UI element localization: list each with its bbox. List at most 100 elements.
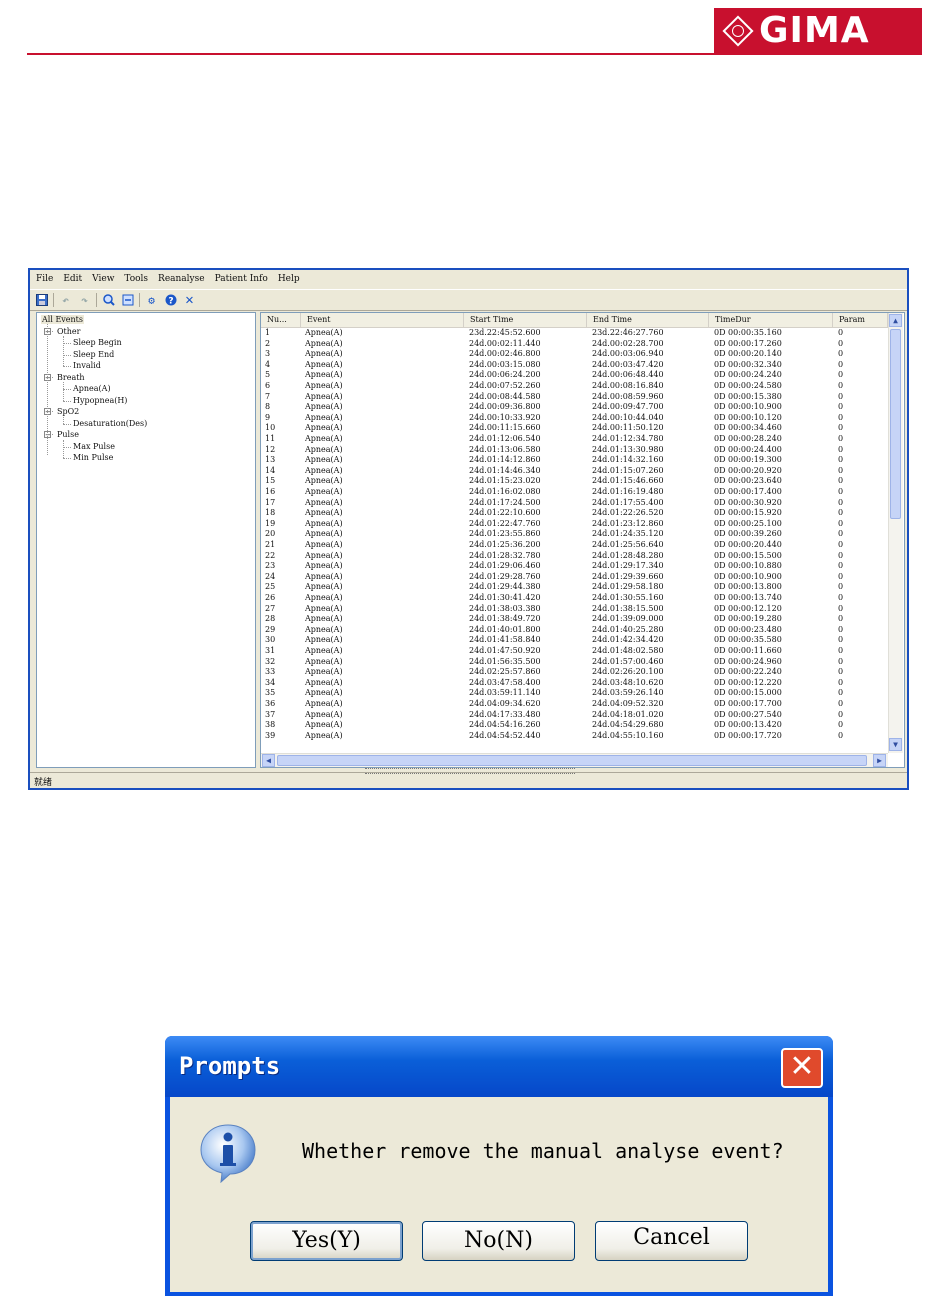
yes-button[interactable]: Yes(Y) [250,1221,403,1261]
tree-group-other[interactable]: Other [57,327,80,336]
save-icon[interactable] [34,293,49,307]
table-row[interactable]: 37 Apnea(A) 24d.04:17:33.480 24d.04:18:01.0… [261,710,888,721]
table-row[interactable]: 33 Apnea(A) 24d.02:25:57.860 24d.02:26:20.1… [261,667,888,678]
table-row[interactable]: 39 Apnea(A) 24d.04:54:52.440 24d.04:55:10.1… [261,731,888,742]
menu-item-view[interactable]: View [92,274,114,284]
table-row[interactable]: 21 Apnea(A) 24d.01:25:36.200 24d.01:25:56.6… [261,540,888,551]
table-row[interactable]: 19 Apnea(A) 24d.01:22:47.760 24d.01:23:12.8… [261,519,888,530]
tree-item-apnea-a-[interactable]: Apnea(A) [73,384,111,393]
tree-connector [63,458,71,459]
table-cell: Apnea(A) [305,497,343,507]
table-row[interactable]: 29 Apnea(A) 24d.01:40:01.800 24d.01:40:25.2… [261,625,888,636]
table-row[interactable]: 8 Apnea(A) 24d.00:09:36.800 24d.00:09:47.70… [261,402,888,413]
table-cell: Apnea(A) [305,412,343,422]
tree-root[interactable]: All Events [41,315,85,324]
tree-group-pulse[interactable]: Pulse [57,430,79,439]
vertical-scrollbar[interactable]: ▲ ▼ [888,313,903,753]
tree-group-spo2[interactable]: SpO2 [57,407,79,416]
table-cell: 0D 00:00:23.480 [714,624,782,634]
table-row[interactable]: 7 Apnea(A) 24d.00:08:44.580 24d.00:08:59.96… [261,392,888,403]
table-cell: Apnea(A) [305,730,343,740]
table-row[interactable]: 13 Apnea(A) 24d.01:14:12.860 24d.01:14:32.1… [261,455,888,466]
table-cell: 0 [838,444,844,454]
column-header[interactable]: Nu... [261,313,301,327]
column-header[interactable]: End Time [587,313,709,327]
table-cell: 28 [265,614,276,624]
menu-item-tools[interactable]: Tools [124,274,148,284]
close-icon[interactable]: ✕ [781,1048,823,1088]
tree-connector [63,400,71,402]
table-row[interactable]: 9 Apnea(A) 24d.00:10:33.920 24d.00:10:44.04… [261,413,888,424]
table-cell: 24d.04:17:33.480 [469,709,541,719]
table-row[interactable]: 4 Apnea(A) 24d.00:03:15.080 24d.00:03:47.42… [261,360,888,371]
tree-item-max-pulse[interactable]: Max Pulse [73,442,115,451]
column-header[interactable]: Param [833,313,888,327]
help-icon[interactable]: ? [163,293,178,307]
menu-item-reanalyse[interactable]: Reanalyse [158,274,205,284]
tree-item-sleep-end[interactable]: Sleep End [73,350,114,359]
close-icon[interactable]: ✕ [182,292,197,308]
table-cell: 4 [265,359,271,369]
table-row[interactable]: 12 Apnea(A) 24d.01:13:06.580 24d.01:13:30.9… [261,445,888,456]
table-row[interactable]: 1 Apnea(A) 23d.22:45:52.600 23d.22:46:27.76… [261,328,888,339]
table-cell: 24d.01:38:03.380 [469,603,541,613]
scroll-down-icon[interactable]: ▼ [889,738,902,751]
table-row[interactable]: 31 Apnea(A) 24d.01:47:50.920 24d.01:48:02.5… [261,646,888,657]
table-row[interactable]: 6 Apnea(A) 24d.00:07:52.260 24d.00:08:16.84… [261,381,888,392]
table-row[interactable]: 2 Apnea(A) 24d.00:02:11.440 24d.00:02:28.70… [261,339,888,350]
table-row[interactable]: 11 Apnea(A) 24d.01:12:06.540 24d.01:12:34.7… [261,434,888,445]
scroll-up-icon[interactable]: ▲ [889,314,902,327]
table-row[interactable]: 15 Apnea(A) 24d.01:15:23.020 24d.01:15:46.6… [261,476,888,487]
menu-item-edit[interactable]: Edit [63,274,82,284]
table-cell: 0 [838,349,844,359]
scroll-left-icon[interactable]: ◀ [262,754,275,767]
vertical-scroll-thumb[interactable] [890,329,901,519]
dialog-title-bar[interactable]: Prompts ✕ [165,1036,833,1097]
table-row[interactable]: 32 Apnea(A) 24d.01:56:35.500 24d.01:57:00.4… [261,657,888,668]
table-row[interactable]: 18 Apnea(A) 24d.01:22:10.600 24d.01:22:26.5… [261,508,888,519]
tree-item-desaturation-des-[interactable]: Desaturation(Des) [73,419,147,428]
zoom-out-icon[interactable] [120,293,135,307]
tree-item-hypopnea-h-[interactable]: Hypopnea(H) [73,396,127,405]
table-row[interactable]: 22 Apnea(A) 24d.01:28:32.780 24d.01:28:48.2… [261,551,888,562]
table-row[interactable]: 24 Apnea(A) 24d.01:29:28.760 24d.01:29:39.6… [261,572,888,583]
table-row[interactable]: 14 Apnea(A) 24d.01:14:46.340 24d.01:15:07.2… [261,466,888,477]
column-header[interactable]: Start Time [464,313,587,327]
horizontal-scrollbar[interactable]: ◀ ▶ [261,753,888,767]
table-row[interactable]: 34 Apnea(A) 24d.03:47:58.400 24d.03:48:10.6… [261,678,888,689]
tree-item-min-pulse[interactable]: Min Pulse [73,453,113,462]
column-header[interactable]: Event [301,313,464,327]
table-row[interactable]: 5 Apnea(A) 24d.00:06:24.200 24d.00:06:48.44… [261,370,888,381]
table-row[interactable]: 20 Apnea(A) 24d.01:23:55.860 24d.01:24:35.1… [261,529,888,540]
no-button[interactable]: No(N) [422,1221,575,1261]
horizontal-scroll-thumb[interactable] [277,755,867,766]
zoom-in-icon[interactable] [101,293,116,307]
tree-item-invalid[interactable]: Invalid [73,361,101,370]
table-row[interactable]: 17 Apnea(A) 24d.01:17:24.500 24d.01:17:55.4… [261,498,888,509]
cancel-button[interactable]: Cancel [595,1221,748,1261]
table-row[interactable]: 38 Apnea(A) 24d.04:54:16.260 24d.04:54:29.6… [261,720,888,731]
table-cell: Apnea(A) [305,624,343,634]
menu-item-patient-info[interactable]: Patient Info [215,274,268,284]
table-row[interactable]: 10 Apnea(A) 24d.00:11:15.660 24d.00:11:50.1… [261,423,888,434]
scroll-right-icon[interactable]: ▶ [873,754,886,767]
redo-icon[interactable]: ↷ [77,293,92,307]
undo-icon[interactable]: ↶ [58,293,73,307]
tree-item-sleep-begin[interactable]: Sleep Begin [73,338,122,347]
table-row[interactable]: 28 Apnea(A) 24d.01:38:49.720 24d.01:39:09.0… [261,614,888,625]
column-header[interactable]: TimeDur [709,313,833,327]
table-row[interactable]: 16 Apnea(A) 24d.01:16:02.080 24d.01:16:19.4… [261,487,888,498]
menu-item-file[interactable]: File [36,274,53,284]
table-row[interactable]: 25 Apnea(A) 24d.01:29:44.380 24d.01:29:58.1… [261,582,888,593]
table-row[interactable]: 23 Apnea(A) 24d.01:29:06.460 24d.01:29:17.3… [261,561,888,572]
table-row[interactable]: 35 Apnea(A) 24d.03:59:11.140 24d.03:59:26.1… [261,688,888,699]
table-row[interactable]: 30 Apnea(A) 24d.01:41:58.840 24d.01:42:34.4… [261,635,888,646]
table-row[interactable]: 26 Apnea(A) 24d.01:30:41.420 24d.01:30:55.1… [261,593,888,604]
settings-icon[interactable]: ⚙ [144,293,159,307]
table-row[interactable]: 27 Apnea(A) 24d.01:38:03.380 24d.01:38:15.5… [261,604,888,615]
table-row[interactable]: 36 Apnea(A) 24d.04:09:34.620 24d.04:09:52.3… [261,699,888,710]
tree-group-breath[interactable]: Breath [57,373,85,382]
menu-item-help[interactable]: Help [278,274,300,284]
table-row[interactable]: 3 Apnea(A) 24d.00:02:46.800 24d.00:03:06.94… [261,349,888,360]
table-cell: 24d.00:02:46.800 [469,349,541,359]
